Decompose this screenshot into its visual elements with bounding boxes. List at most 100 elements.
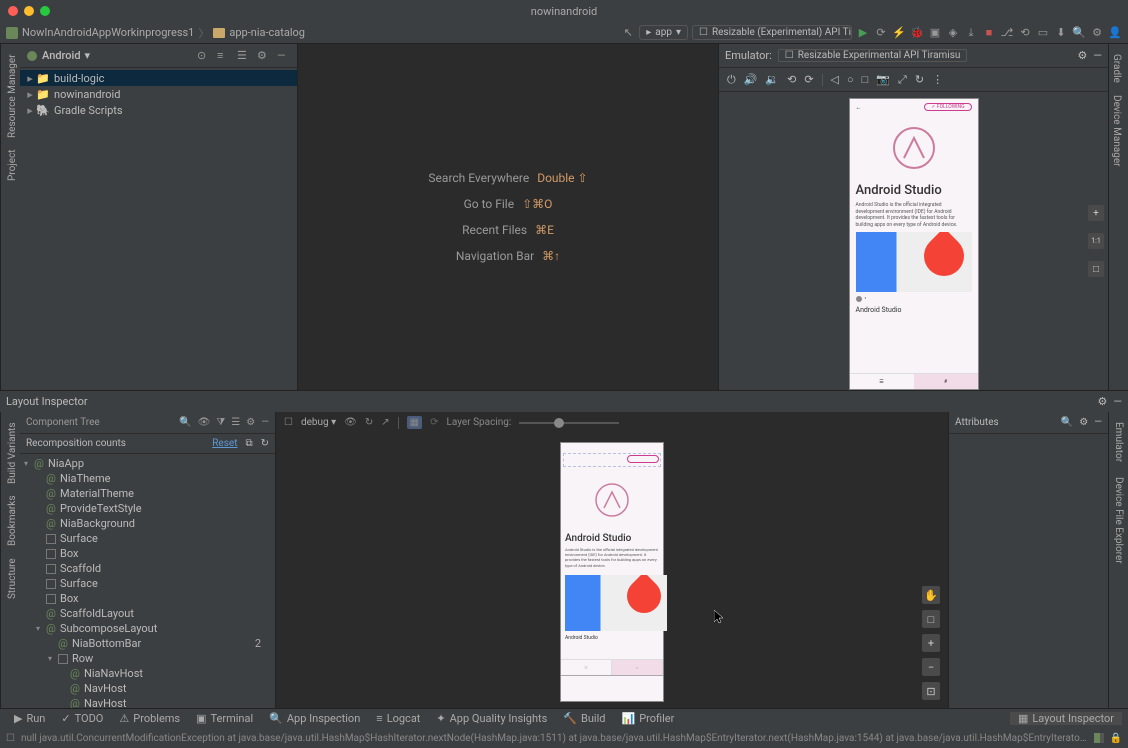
tree-node-build-logic[interactable]: ▸📁build-logic — [20, 70, 297, 86]
live-icon[interactable]: 👁 — [344, 417, 357, 428]
tree-node[interactable]: @NiaBottomBar2 — [20, 636, 275, 651]
zoom-box-icon[interactable]: □ — [922, 610, 940, 628]
zoom-in-icon[interactable]: + — [1088, 205, 1104, 221]
search-icon[interactable]: 🔍 — [1072, 26, 1086, 40]
tab-app-inspection[interactable]: 🔍 App Inspection — [261, 712, 368, 725]
screenshot-icon[interactable]: 📷 — [876, 73, 890, 86]
device-icon[interactable]: ☐ — [284, 417, 293, 428]
layer-spacing-slider[interactable] — [519, 422, 619, 424]
refresh-icon[interactable]: ↻ — [261, 438, 269, 449]
zoom-fit-icon[interactable]: ⊡ — [922, 682, 940, 700]
debug-icon[interactable]: 🐞 — [910, 26, 924, 40]
gutter-emulator[interactable]: Emulator — [1111, 416, 1126, 468]
project-tree[interactable]: ▸📁build-logic ▸📁nowinandroid ▸🐘Gradle Sc… — [20, 68, 297, 390]
breadcrumb-project[interactable]: NowInAndroidAppWorkinprogress1 — [22, 26, 194, 39]
avatar-icon[interactable]: 👤 — [1108, 26, 1122, 40]
tree-node[interactable]: @ScaffoldLayout — [20, 606, 275, 621]
tree-node[interactable]: @NavHost — [20, 696, 275, 708]
gutter-resource-manager[interactable]: Resource Manager — [5, 48, 16, 144]
tree-node[interactable]: Box — [20, 591, 275, 606]
resize-icon[interactable]: ⤢ — [898, 73, 907, 87]
zoom-reset-icon[interactable]: □ — [1088, 261, 1104, 277]
breadcrumb-module[interactable]: app-nia-catalog — [229, 26, 305, 39]
device-selector[interactable]: ☐ Resizable (Experimental) API Tiramisu … — [692, 25, 852, 40]
gear-icon[interactable]: ⚙ — [1078, 49, 1088, 62]
emulator-device-tab[interactable]: ☐ Resizable Experimental API Tiramisu — [778, 49, 968, 62]
tab-problems[interactable]: ⚠ Problems — [111, 712, 188, 725]
attach-icon[interactable]: ⤓ — [964, 26, 978, 40]
gutter-device-manager[interactable]: Device Manager — [1113, 89, 1124, 173]
chevron-down-icon[interactable]: ▾ — [85, 49, 91, 62]
tree-node[interactable]: ▾@NiaApp — [20, 456, 275, 471]
tree-node[interactable]: Scaffold — [20, 561, 275, 576]
apply-code-icon[interactable]: ⚡ — [892, 26, 906, 40]
3d-icon[interactable]: ▦ — [407, 416, 422, 429]
project-view-label[interactable]: Android — [42, 49, 81, 62]
minimize-traffic-light[interactable] — [24, 6, 34, 16]
breadcrumbs[interactable]: NowInAndroidAppWorkinprogress1 〉 app-nia… — [6, 25, 305, 41]
component-tree[interactable]: ▾@NiaApp@NiaTheme@MaterialTheme@ProvideT… — [20, 454, 275, 708]
hide-icon[interactable]: — — [277, 49, 291, 63]
run-icon[interactable]: ▶ — [856, 26, 870, 40]
tab-app-quality[interactable]: ✦ App Quality Insights — [428, 712, 555, 725]
gear-icon[interactable]: ⚙ — [257, 49, 271, 63]
zoom-in-icon[interactable]: + — [922, 634, 940, 652]
tree-node[interactable]: Surface — [20, 531, 275, 546]
power-icon[interactable]: ⏻ — [727, 73, 736, 87]
maximize-traffic-light[interactable] — [40, 6, 50, 16]
gutter-structure[interactable]: Structure — [5, 552, 16, 605]
tree-node-gradle-scripts[interactable]: ▸🐘Gradle Scripts — [20, 102, 297, 118]
gear-icon[interactable]: ⚙ — [1098, 395, 1108, 408]
tab-logcat[interactable]: ≡ Logcat — [368, 712, 428, 725]
tree-node[interactable]: @ProvideTextStyle — [20, 501, 275, 516]
volume-up-icon[interactable]: 🔊 — [744, 73, 758, 86]
tree-node-nowinandroid[interactable]: ▸📁nowinandroid — [20, 86, 297, 102]
gutter-gradle[interactable]: Gradle — [1113, 48, 1124, 89]
inspected-frame[interactable]: Android Studio Android Studio is the off… — [560, 442, 664, 702]
coverage-icon[interactable]: ▣ — [928, 26, 942, 40]
expand-all-icon[interactable]: ≡ — [217, 49, 231, 63]
tab-terminal[interactable]: ▣ Terminal — [188, 712, 261, 725]
reload-icon[interactable]: ⟳ — [430, 417, 438, 428]
gutter-project[interactable]: Project — [5, 144, 16, 188]
gutter-bookmarks[interactable]: Bookmarks — [5, 490, 16, 553]
hide-icon[interactable]: — — [261, 417, 269, 428]
emulator-screen[interactable]: ← ✓ FOLLOWING Android Studio Android Stu… — [849, 98, 979, 390]
zoom-out-icon[interactable]: − — [922, 658, 940, 676]
filter-icon[interactable]: ⧩ — [216, 417, 225, 428]
process-label[interactable]: debug ▾ — [301, 417, 336, 428]
avd-icon[interactable]: ▭ — [1036, 26, 1050, 40]
select-opened-icon[interactable]: ⊙ — [197, 49, 211, 63]
memory-indicator[interactable] — [1094, 733, 1104, 743]
tab-profiler[interactable]: 📊 Profiler — [614, 712, 683, 725]
close-traffic-light[interactable] — [8, 6, 18, 16]
tree-node[interactable]: ▾Row — [20, 651, 275, 666]
tab-run[interactable]: ▶ Run — [6, 712, 53, 725]
pan-icon[interactable]: ✋ — [922, 586, 940, 604]
hide-icon[interactable]: — — [1094, 417, 1102, 428]
rotate-left-icon[interactable]: ⟲ — [787, 73, 796, 86]
gutter-device-file-explorer[interactable]: Device File Explorer — [1111, 471, 1126, 570]
stop-icon[interactable]: ■ — [982, 26, 996, 40]
status-icon[interactable]: ☐ — [6, 733, 15, 744]
search-icon[interactable]: 🔍 — [1061, 417, 1073, 428]
rotate-right-icon[interactable]: ⟳ — [804, 73, 813, 86]
tree-node[interactable]: @NiaNavHost — [20, 666, 275, 681]
gear-icon[interactable]: ⚙ — [1079, 417, 1088, 428]
collapse-icon[interactable]: ☰ — [231, 417, 240, 428]
search-icon[interactable]: 🔍 — [179, 417, 191, 428]
tree-node[interactable]: Box — [20, 546, 275, 561]
hide-icon[interactable]: — — [1113, 395, 1122, 408]
run-config-selector[interactable]: ▸ app ▾ — [639, 25, 688, 40]
volume-down-icon[interactable]: 🔉 — [765, 73, 779, 86]
tree-node[interactable]: @NiaBackground — [20, 516, 275, 531]
lock-icon[interactable]: 🔒 — [1110, 733, 1122, 744]
sdk-icon[interactable]: ⬇ — [1054, 26, 1068, 40]
apply-changes-icon[interactable]: ⟳ — [874, 26, 888, 40]
tab-todo[interactable]: ✓ TODO — [53, 712, 111, 725]
fold-icon[interactable]: ↻ — [915, 73, 924, 86]
tree-node[interactable]: @NavHost — [20, 681, 275, 696]
tab-build[interactable]: 🔨 Build — [555, 712, 613, 725]
back-icon[interactable]: ◁ — [831, 73, 839, 86]
sync-icon[interactable]: ⟲ — [1018, 26, 1032, 40]
